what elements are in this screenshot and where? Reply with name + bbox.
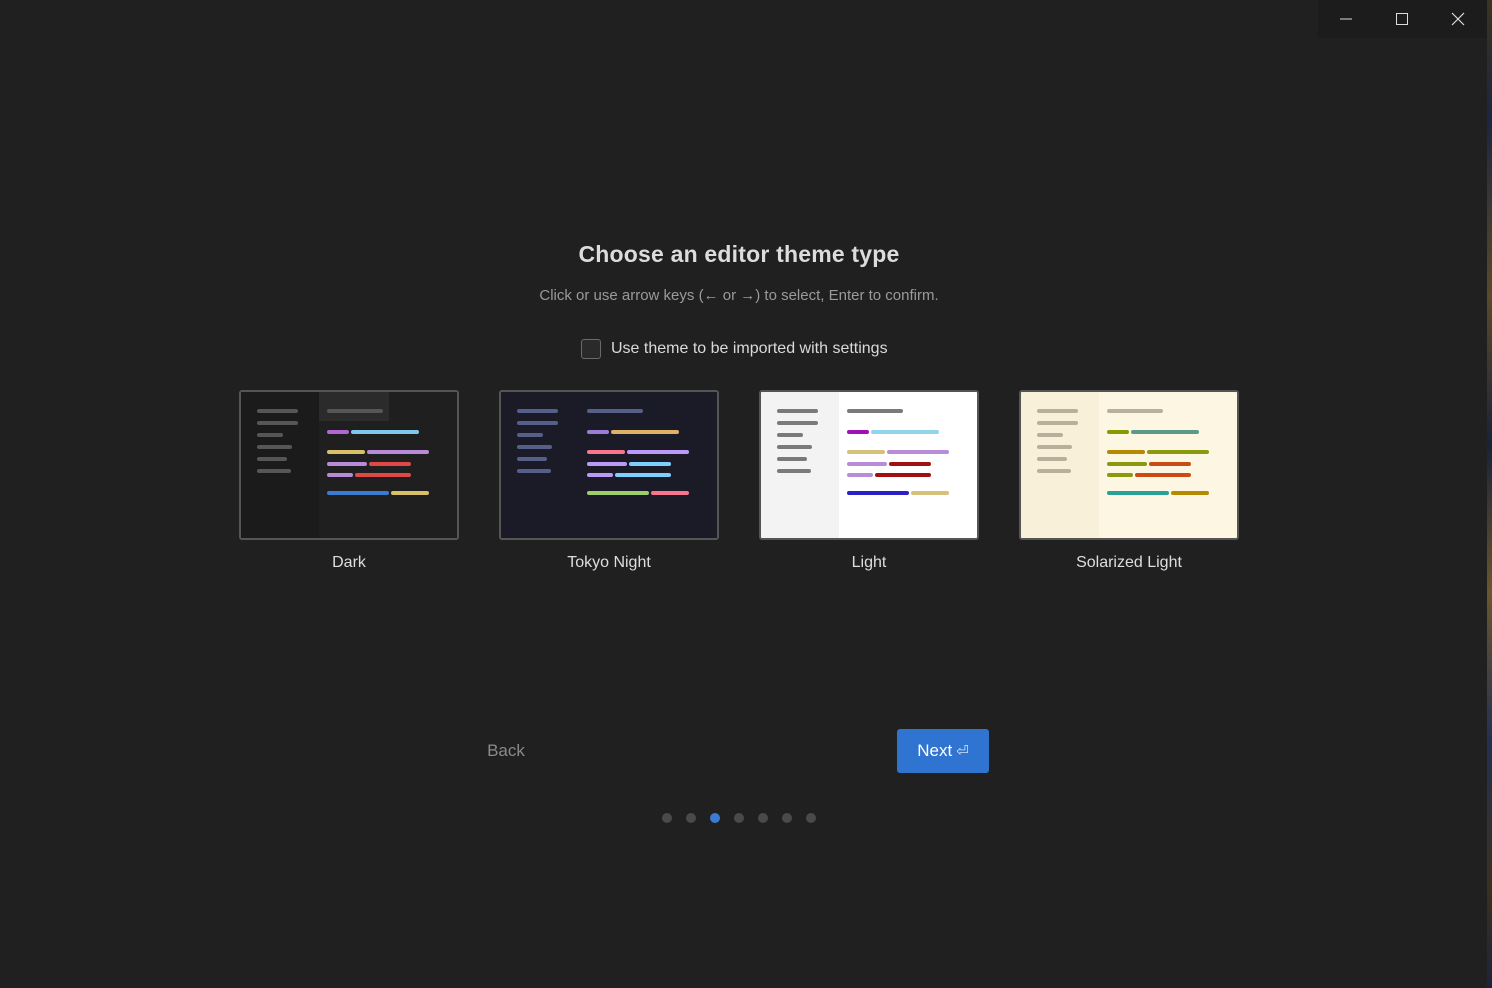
page-subtitle: Click or use arrow keys (← or →) to sele… — [539, 287, 939, 304]
theme-preview-art — [501, 392, 717, 538]
preview-sidebar — [501, 392, 579, 538]
preview-tab — [319, 392, 389, 421]
minimize-button[interactable] — [1318, 0, 1374, 38]
theme-preview-solarized-light — [1019, 390, 1239, 540]
theme-options: Dark Tokyo Night Light Solarized Light — [239, 390, 1239, 580]
preview-sidebar — [1021, 392, 1099, 538]
import-theme-label: Use theme to be imported with settings — [611, 340, 888, 357]
close-icon — [1451, 12, 1465, 26]
maximize-button[interactable] — [1374, 0, 1430, 38]
preview-tab — [839, 392, 909, 421]
next-button-label: Next — [917, 741, 953, 760]
background-edge — [1487, 0, 1492, 988]
close-button[interactable] — [1430, 0, 1486, 38]
theme-card-tokyo-night[interactable]: Tokyo Night — [499, 390, 719, 572]
minimize-icon — [1340, 18, 1352, 20]
preview-sidebar — [761, 392, 839, 538]
theme-preview-dark — [239, 390, 459, 540]
theme-label: Solarized Light — [1076, 554, 1182, 571]
theme-preview-art — [761, 392, 977, 538]
preview-tab — [579, 392, 649, 421]
theme-label: Light — [851, 554, 887, 571]
theme-card-light[interactable]: Light — [759, 390, 979, 572]
preview-sidebar — [241, 392, 319, 538]
step-dot-2[interactable] — [686, 813, 696, 823]
back-button[interactable]: Back — [475, 735, 537, 767]
enter-key-icon: ⏎ — [956, 743, 969, 760]
theme-label: Tokyo Night — [567, 554, 651, 571]
theme-preview-tokyo-night — [499, 390, 719, 540]
maximize-icon — [1396, 13, 1408, 25]
theme-card-dark[interactable]: Dark — [239, 390, 459, 572]
theme-preview-art — [241, 392, 457, 538]
import-theme-option[interactable]: Use theme to be imported with settings — [581, 337, 888, 361]
import-theme-checkbox[interactable] — [581, 339, 601, 359]
step-dot-6[interactable] — [782, 813, 792, 823]
page-title: Choose an editor theme type — [578, 241, 900, 267]
next-button[interactable]: Next ⏎ — [897, 729, 989, 773]
preview-tab — [1099, 392, 1169, 421]
theme-card-solarized-light[interactable]: Solarized Light — [1019, 390, 1239, 572]
step-dot-5[interactable] — [758, 813, 768, 823]
theme-preview-light — [759, 390, 979, 540]
step-dot-1[interactable] — [662, 813, 672, 823]
step-dot-3[interactable] — [710, 813, 720, 823]
theme-preview-art — [1021, 392, 1237, 538]
theme-label: Dark — [332, 554, 366, 571]
step-dot-7[interactable] — [806, 813, 816, 823]
step-indicator — [662, 813, 816, 823]
window-titlebar — [1318, 0, 1487, 38]
step-dot-4[interactable] — [734, 813, 744, 823]
